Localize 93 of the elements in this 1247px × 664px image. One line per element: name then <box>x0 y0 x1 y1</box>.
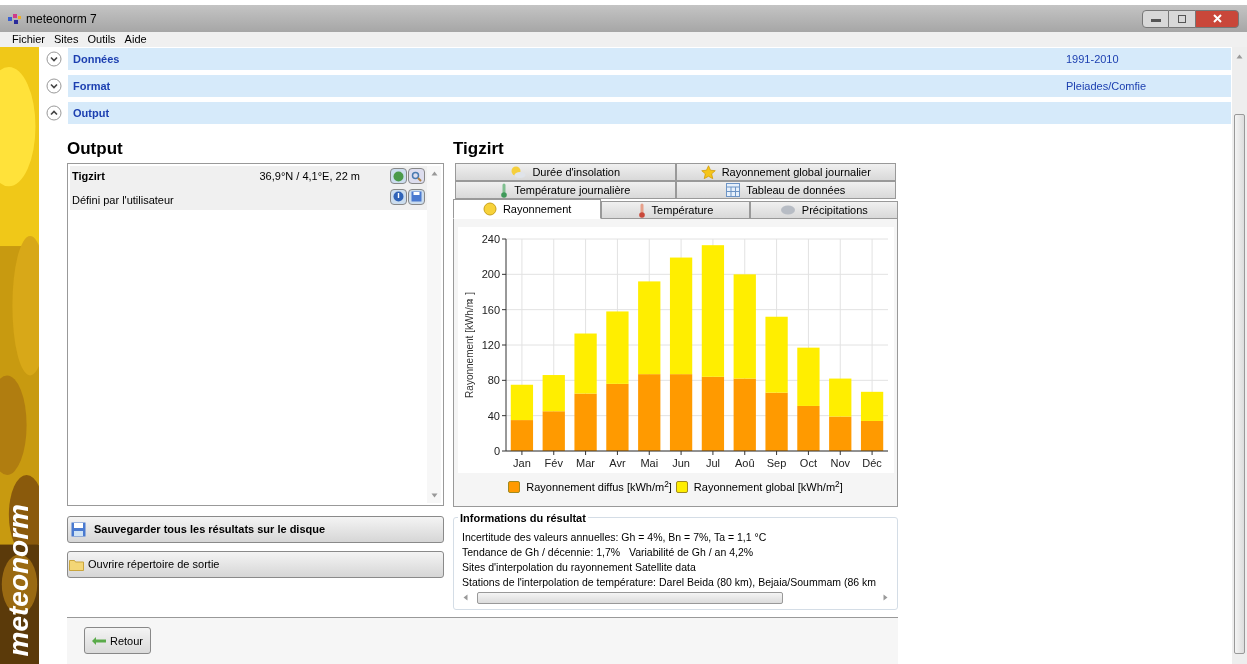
sun-icon <box>482 202 497 216</box>
globe-icon <box>393 170 404 182</box>
sun-cloud-icon <box>510 165 527 179</box>
close-icon <box>1212 14 1222 23</box>
info-line: Tendance de Gh / décennie: 1,7% Variabilité de Gh / an 4,2% <box>462 544 754 560</box>
bar <box>573 393 597 451</box>
y-tick-label: 200 <box>481 268 500 281</box>
x-tick-label: Aoû <box>734 457 755 469</box>
thermometer-icon <box>500 182 509 198</box>
y-tick-label: 240 <box>481 233 500 245</box>
back-button[interactable]: Retour <box>84 627 152 655</box>
x-tick-label: Avr <box>608 457 626 469</box>
menu-item[interactable]: Aide <box>124 31 147 48</box>
arrow-right-icon[interactable] <box>882 594 889 601</box>
tab[interactable]: Rayonnement <box>453 199 602 219</box>
tab[interactable]: Température <box>601 201 750 219</box>
section-header[interactable]: Données 1991-2010 <box>68 48 1231 70</box>
tab[interactable]: Précipitations <box>749 201 898 219</box>
info-line: Stations de l'interpolation de température: Darel Beida (80 km), Bejaia/Soummam (86 km <box>462 574 877 590</box>
x-tick-label: Jul <box>705 457 720 469</box>
legend-label: Rayonnement diffus [kWh/m$^{2}$] <box>526 479 672 495</box>
x-tick-label: Mai <box>639 457 658 469</box>
x-tick-label: Fév <box>544 457 563 469</box>
arrow-up-icon[interactable] <box>430 170 438 177</box>
info-line: Incertitude des valeurs annuelles: Gh = 4%, Bn = 7%, Ta = 1,1 °C <box>462 529 767 545</box>
floppy-icon <box>411 191 422 202</box>
tab[interactable]: Durée d'insolation <box>455 163 676 181</box>
x-tick-label: Jun <box>671 457 690 469</box>
star-icon <box>700 164 716 180</box>
arrow-down-icon[interactable] <box>430 492 438 499</box>
y-tick-label: 40 <box>487 409 500 422</box>
menu-item[interactable]: Fichier <box>12 31 45 48</box>
bar <box>796 347 820 406</box>
search-icon <box>411 170 422 182</box>
section-header[interactable]: Output <box>68 102 1231 124</box>
restore-button[interactable] <box>1169 9 1195 28</box>
y-tick-label: 80 <box>487 374 500 387</box>
tab[interactable]: Température journalière <box>455 181 676 199</box>
bar <box>828 378 851 417</box>
minimize-button[interactable] <box>1142 9 1169 28</box>
close-button[interactable] <box>1195 9 1239 28</box>
open-folder-button[interactable]: Ouvrire répertoire de sortie <box>67 551 444 578</box>
info-button[interactable] <box>390 188 407 205</box>
menu-item[interactable]: Sites <box>54 31 79 48</box>
y-tick-label: 120 <box>481 339 500 351</box>
site-list-item[interactable]: Tigzirt 36,9°N / 4,1°E, 22 m Défini par l'utilisateur <box>70 166 427 210</box>
arrow-up-icon[interactable] <box>1236 53 1243 60</box>
table-icon <box>726 183 741 197</box>
expand-icon[interactable] <box>46 51 62 67</box>
logo-text: meteonorm <box>5 503 33 656</box>
tab[interactable]: Rayonnement global journalier <box>675 163 896 181</box>
bar <box>542 375 565 412</box>
collapse-icon[interactable] <box>46 105 62 121</box>
folder-icon <box>69 558 84 571</box>
x-tick-label: Mar <box>575 457 595 469</box>
thermometer-icon <box>637 202 646 218</box>
x-tick-label: Jan <box>512 457 531 469</box>
output-heading: Output <box>67 138 124 160</box>
info-line: Sites d'interpolation du rayonnement Satellite data <box>462 559 696 575</box>
bar <box>764 392 788 451</box>
bar <box>510 384 533 421</box>
bar <box>510 420 533 451</box>
scrollbar[interactable] <box>427 166 441 503</box>
x-tick-label: Nov <box>829 457 850 469</box>
globe-button[interactable] <box>390 168 407 184</box>
menu-item[interactable]: Outils <box>87 31 116 48</box>
bar <box>796 405 820 451</box>
y-tick-label: 160 <box>481 303 500 316</box>
x-tick-label: Déc <box>861 457 882 469</box>
bar <box>542 411 565 451</box>
arrow-left-icon[interactable] <box>462 594 469 601</box>
expand-icon[interactable] <box>46 78 62 94</box>
tab[interactable]: Tableau de données <box>675 181 896 199</box>
arrow-left-icon <box>92 636 106 645</box>
bar <box>860 391 883 421</box>
legend-label: Rayonnement global [kWh/m$^{2}$] <box>693 479 843 495</box>
cloud-icon <box>779 204 796 216</box>
bar <box>605 383 629 451</box>
floppy-icon <box>71 522 86 537</box>
save-all-button[interactable]: Sauvegarder tous les résultats sur le disque <box>67 516 444 543</box>
bar <box>573 333 597 394</box>
x-tick-label: Oct <box>799 457 817 469</box>
search-button[interactable] <box>408 168 425 184</box>
section-header[interactable]: Format Pleiades/Comfie <box>68 75 1231 97</box>
info-icon <box>393 191 404 202</box>
x-tick-label: Sep <box>766 457 786 469</box>
app-icon <box>8 12 22 25</box>
site-heading: Tigzirt <box>453 138 505 160</box>
horizontal-scrollbar[interactable] <box>462 590 889 605</box>
window-title: meteonorm 7 <box>26 10 97 28</box>
y-tick-label: 0 <box>493 445 500 457</box>
vertical-scrollbar[interactable] <box>1232 47 1247 664</box>
save-button[interactable] <box>408 188 425 205</box>
